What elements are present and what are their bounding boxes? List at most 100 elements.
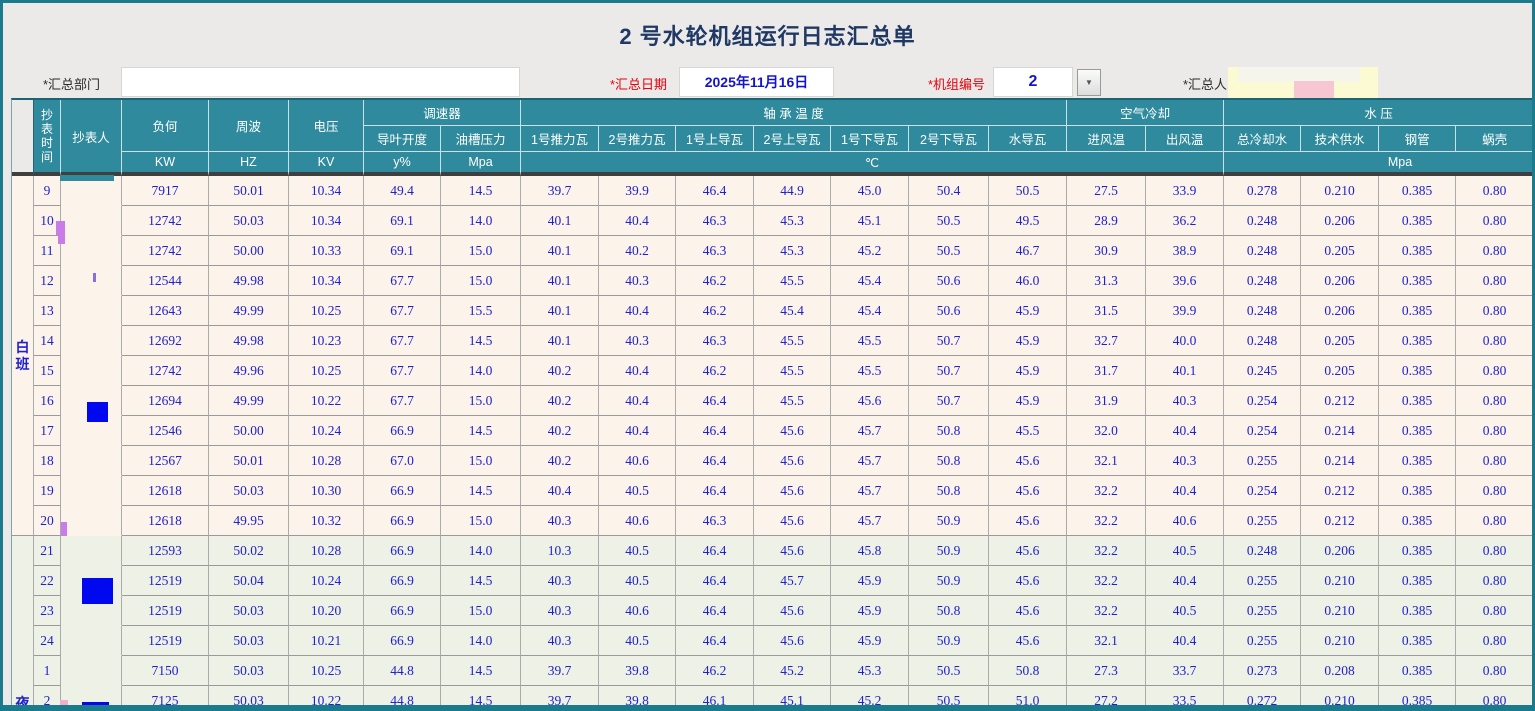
data-cell[interactable]: 40.2 <box>599 236 676 266</box>
data-cell[interactable]: 40.3 <box>521 596 599 626</box>
data-cell[interactable]: 45.6 <box>754 446 831 476</box>
data-cell[interactable]: 32.1 <box>1067 626 1146 656</box>
data-cell[interactable]: 0.206 <box>1301 266 1379 296</box>
data-cell[interactable]: 67.7 <box>364 266 441 296</box>
data-cell[interactable]: 45.1 <box>831 206 909 236</box>
data-cell[interactable]: 0.80 <box>1456 566 1534 596</box>
data-cell[interactable]: 0.210 <box>1301 176 1379 206</box>
data-cell[interactable]: 0.80 <box>1456 176 1534 206</box>
row-time-cell[interactable]: 14 <box>34 326 61 356</box>
data-cell[interactable]: 31.7 <box>1067 356 1146 386</box>
data-cell[interactable]: 45.5 <box>754 356 831 386</box>
data-cell[interactable]: 69.1 <box>364 236 441 266</box>
data-cell[interactable]: 66.9 <box>364 506 441 536</box>
data-cell[interactable]: 30.9 <box>1067 236 1146 266</box>
data-cell[interactable]: 0.210 <box>1301 626 1379 656</box>
data-cell[interactable]: 49.5 <box>989 206 1067 236</box>
data-cell[interactable]: 40.1 <box>521 236 599 266</box>
data-cell[interactable]: 31.3 <box>1067 266 1146 296</box>
data-cell[interactable]: 40.1 <box>521 326 599 356</box>
data-cell[interactable]: 31.5 <box>1067 296 1146 326</box>
row-time-cell[interactable]: 23 <box>34 596 61 626</box>
data-cell[interactable]: 67.0 <box>364 446 441 476</box>
data-cell[interactable]: 40.5 <box>599 536 676 566</box>
data-cell[interactable]: 40.3 <box>1146 386 1224 416</box>
data-cell[interactable]: 10.34 <box>289 266 364 296</box>
data-cell[interactable]: 66.9 <box>364 416 441 446</box>
data-cell[interactable]: 0.206 <box>1301 536 1379 566</box>
data-cell[interactable]: 0.205 <box>1301 356 1379 386</box>
data-cell[interactable]: 40.3 <box>599 266 676 296</box>
data-cell[interactable]: 0.385 <box>1379 656 1456 686</box>
row-time-cell[interactable]: 19 <box>34 476 61 506</box>
data-cell[interactable]: 45.6 <box>754 416 831 446</box>
data-cell[interactable]: 46.3 <box>676 206 754 236</box>
data-cell[interactable]: 0.248 <box>1224 266 1301 296</box>
data-cell[interactable]: 40.4 <box>599 416 676 446</box>
data-cell[interactable]: 10.25 <box>289 656 364 686</box>
data-cell[interactable]: 14.5 <box>441 416 521 446</box>
data-cell[interactable]: 39.9 <box>1146 296 1224 326</box>
data-cell[interactable]: 12692 <box>122 326 209 356</box>
data-cell[interactable]: 40.4 <box>1146 626 1224 656</box>
data-cell[interactable]: 49.98 <box>209 266 289 296</box>
data-cell[interactable]: 45.2 <box>831 236 909 266</box>
person-cell[interactable] <box>61 686 122 711</box>
data-cell[interactable]: 45.6 <box>989 626 1067 656</box>
data-cell[interactable]: 0.278 <box>1224 176 1301 206</box>
data-cell[interactable]: 0.385 <box>1379 386 1456 416</box>
data-cell[interactable]: 0.80 <box>1456 416 1534 446</box>
data-cell[interactable]: 0.385 <box>1379 266 1456 296</box>
data-cell[interactable]: 0.385 <box>1379 686 1456 711</box>
data-cell[interactable]: 0.80 <box>1456 236 1534 266</box>
data-cell[interactable]: 0.385 <box>1379 506 1456 536</box>
data-cell[interactable]: 45.8 <box>831 536 909 566</box>
data-cell[interactable]: 0.80 <box>1456 446 1534 476</box>
data-cell[interactable]: 0.385 <box>1379 416 1456 446</box>
data-cell[interactable]: 45.1 <box>754 686 831 711</box>
data-cell[interactable]: 7917 <box>122 176 209 206</box>
data-cell[interactable]: 32.2 <box>1067 566 1146 596</box>
data-cell[interactable]: 15.0 <box>441 266 521 296</box>
person-cell[interactable] <box>61 296 122 326</box>
data-cell[interactable]: 44.9 <box>754 176 831 206</box>
data-cell[interactable]: 0.385 <box>1379 356 1456 386</box>
row-time-cell[interactable]: 20 <box>34 506 61 536</box>
data-cell[interactable]: 46.4 <box>676 566 754 596</box>
data-cell[interactable]: 40.4 <box>599 386 676 416</box>
data-cell[interactable]: 40.4 <box>1146 566 1224 596</box>
data-cell[interactable]: 36.2 <box>1146 206 1224 236</box>
data-cell[interactable]: 50.5 <box>989 176 1067 206</box>
data-cell[interactable]: 50.01 <box>209 176 289 206</box>
data-cell[interactable]: 32.0 <box>1067 416 1146 446</box>
data-cell[interactable]: 45.4 <box>831 296 909 326</box>
data-cell[interactable]: 10.28 <box>289 446 364 476</box>
data-cell[interactable]: 0.385 <box>1379 236 1456 266</box>
person-cell[interactable] <box>61 206 122 236</box>
data-cell[interactable]: 66.9 <box>364 536 441 566</box>
data-cell[interactable]: 45.5 <box>831 356 909 386</box>
data-cell[interactable]: 50.9 <box>909 566 989 596</box>
data-cell[interactable]: 45.9 <box>989 356 1067 386</box>
data-cell[interactable]: 39.7 <box>521 656 599 686</box>
data-cell[interactable]: 14.0 <box>441 536 521 566</box>
data-cell[interactable]: 12643 <box>122 296 209 326</box>
data-cell[interactable]: 28.9 <box>1067 206 1146 236</box>
data-cell[interactable]: 12742 <box>122 356 209 386</box>
row-time-cell[interactable]: 2 <box>34 686 61 711</box>
data-cell[interactable]: 45.6 <box>754 596 831 626</box>
data-cell[interactable]: 40.1 <box>521 296 599 326</box>
data-cell[interactable]: 45.9 <box>989 386 1067 416</box>
data-cell[interactable]: 45.9 <box>831 626 909 656</box>
data-cell[interactable]: 45.5 <box>831 326 909 356</box>
data-cell[interactable]: 14.0 <box>441 206 521 236</box>
row-time-cell[interactable]: 21 <box>34 536 61 566</box>
data-cell[interactable]: 45.6 <box>989 566 1067 596</box>
data-cell[interactable]: 0.385 <box>1379 176 1456 206</box>
data-cell[interactable]: 45.0 <box>831 176 909 206</box>
data-cell[interactable]: 12546 <box>122 416 209 446</box>
data-cell[interactable]: 50.00 <box>209 416 289 446</box>
data-cell[interactable]: 14.5 <box>441 656 521 686</box>
person-cell[interactable] <box>61 506 122 536</box>
data-cell[interactable]: 12567 <box>122 446 209 476</box>
